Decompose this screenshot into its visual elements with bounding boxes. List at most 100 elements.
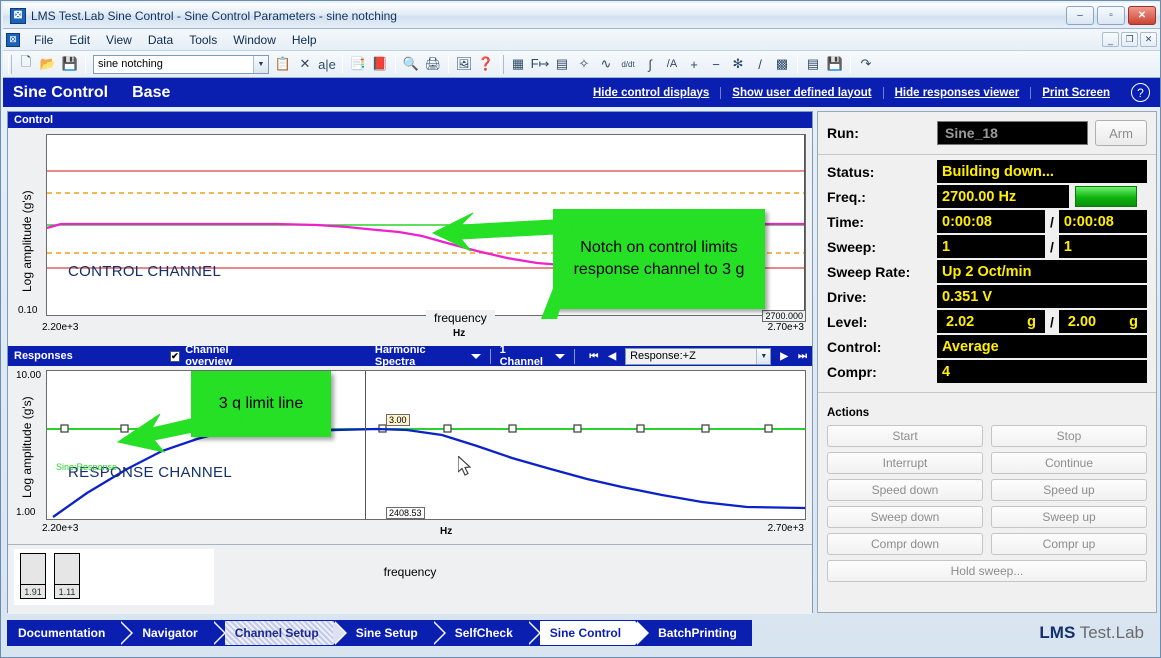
compr-up-button[interactable]: Compr up (991, 533, 1147, 555)
stop-button[interactable]: Stop (991, 425, 1147, 447)
delete-x-icon[interactable]: ✕ (294, 54, 316, 75)
autopower-icon[interactable]: /A (661, 54, 683, 75)
nav-tab-navigator-label: Navigator (142, 626, 197, 640)
menu-window[interactable]: Window (225, 31, 284, 49)
minimize-button[interactable]: – (1066, 6, 1094, 25)
actions-title: Actions (818, 397, 1156, 425)
nav-tab-documentation[interactable]: Documentation (8, 621, 119, 645)
menu-edit[interactable]: Edit (61, 31, 98, 49)
srs-icon[interactable]: ▩ (771, 54, 793, 75)
nav-tab-batchprinting[interactable]: BatchPrinting (648, 621, 751, 645)
run-value-field[interactable]: Sine_18 (937, 121, 1088, 145)
section-combo[interactable]: sine notching ▼ (93, 55, 269, 74)
nav-tab-channel-setup-label: Channel Setup (235, 626, 319, 640)
print-screen-link[interactable]: Print Screen (1031, 87, 1121, 99)
hide-control-displays-link[interactable]: Hide control displays (582, 87, 721, 99)
control-cursor-line (804, 135, 805, 315)
control-x-min-label: 2.20e+3 (42, 322, 78, 333)
hide-responses-viewer-link[interactable]: Hide responses viewer (884, 87, 1032, 99)
toolbar-grip-2[interactable] (500, 55, 504, 74)
transfer-icon[interactable]: F↦ (529, 54, 551, 75)
close-button[interactable]: ✕ (1128, 6, 1156, 25)
show-user-defined-layout-link[interactable]: Show user defined layout (721, 87, 883, 99)
first-channel-button[interactable]: ⏮ (584, 351, 603, 362)
octave-icon[interactable]: ▤ (551, 54, 573, 75)
integral-icon[interactable]: ∫ (639, 54, 661, 75)
list-icon[interactable]: ▤ (802, 54, 824, 75)
overview-x-axis-name: frequency (8, 565, 812, 579)
next-channel-button[interactable]: ▶ (771, 351, 793, 362)
new-document-icon[interactable]: 🗋 (15, 54, 37, 75)
chevron-down-icon[interactable]: ▼ (253, 56, 268, 73)
copy-icon[interactable]: 📑 (347, 54, 369, 75)
maximize-button[interactable]: ▫ (1097, 6, 1125, 25)
speed-up-button[interactable]: Speed up (991, 479, 1147, 501)
channel-overview-checkbox[interactable]: ✔ (170, 351, 181, 362)
mdi-close-button[interactable]: ✕ (1140, 32, 1157, 47)
nav-tab-navigator[interactable]: Navigator (132, 621, 211, 645)
section-combo-value: sine notching (98, 58, 163, 70)
mdi-document-icon: ⊠ (6, 33, 20, 47)
toolbar-separator (85, 55, 86, 73)
export-icon[interactable]: 🖼 (453, 54, 475, 75)
derivative-icon[interactable]: d/dt (617, 54, 639, 75)
waveform-icon[interactable]: ∿ (595, 54, 617, 75)
paste-icon[interactable]: 📕 (369, 54, 391, 75)
brand-bold: LMS (1039, 623, 1075, 642)
nav-tab-sine-setup[interactable]: Sine Setup (346, 621, 432, 645)
sweep-rate-value: Up 2 Oct/min (937, 260, 1147, 283)
nav-tab-selfcheck[interactable]: SelfCheck (445, 621, 527, 645)
menu-tools[interactable]: Tools (181, 31, 225, 49)
multiply-icon[interactable]: ✻ (727, 54, 749, 75)
print-icon[interactable]: 🖨 (422, 54, 444, 75)
speed-down-button[interactable]: Speed down (827, 479, 983, 501)
fft-icon[interactable]: ▦ (507, 54, 529, 75)
control-x-max-label: 2.70e+3 (768, 322, 804, 333)
compr-down-button[interactable]: Compr down (827, 533, 983, 555)
menu-data[interactable]: Data (140, 31, 181, 49)
last-channel-button[interactable]: ⏭ (793, 351, 812, 362)
sweep-down-button[interactable]: Sweep down (827, 506, 983, 528)
control-cursor-x-value: 2700.000 (762, 310, 806, 322)
toolbar-separator-2 (574, 349, 575, 364)
save-disk-icon[interactable]: 💾 (59, 54, 81, 75)
toolbar-grip[interactable] (8, 55, 12, 74)
help-icon[interactable]: ❓ (475, 54, 497, 75)
status-panel: Run: Sine_18 Arm Status: Building down..… (817, 111, 1157, 613)
menu-help[interactable]: Help (284, 31, 325, 49)
continue-button[interactable]: Continue (991, 452, 1147, 474)
menu-file[interactable]: File (26, 31, 61, 49)
time-separator: / (1045, 214, 1059, 230)
spectra-mode-dropdown[interactable]: Harmonic Spectra (375, 344, 481, 368)
start-button[interactable]: Start (827, 425, 983, 447)
help-icon[interactable]: ? (1131, 83, 1150, 102)
scatter-icon[interactable]: ✧ (573, 54, 595, 75)
rename-icon[interactable]: a|e (316, 54, 338, 75)
plus-icon[interactable]: + (683, 54, 705, 75)
interrupt-button[interactable]: Interrupt (827, 452, 983, 474)
status-row-status: Status: Building down... (818, 159, 1156, 184)
hold-sweep-button[interactable]: Hold sweep... (827, 560, 1147, 582)
navigate-icon[interactable]: ↷ (855, 54, 877, 75)
print-preview-icon[interactable]: 🔍 (400, 54, 422, 75)
channel-overview-label[interactable]: Channel overview (185, 344, 275, 368)
sweep-up-button[interactable]: Sweep up (991, 506, 1147, 528)
save-data-icon[interactable]: 💾 (824, 54, 846, 75)
prev-channel-button[interactable]: ◀ (603, 351, 621, 362)
channel-count-dropdown[interactable]: 1 Channel (500, 344, 566, 368)
mouse-pointer-icon (458, 456, 474, 478)
nav-tab-sine-control[interactable]: Sine Control (540, 621, 635, 645)
menu-view[interactable]: View (98, 31, 140, 49)
mdi-restore-button[interactable]: ❐ (1121, 32, 1138, 47)
nav-tab-channel-setup[interactable]: Channel Setup (225, 621, 333, 645)
mdi-minimize-button[interactable]: _ (1102, 32, 1119, 47)
new-section-icon[interactable]: 📋 (272, 54, 294, 75)
chevron-down-icon[interactable]: ▼ (756, 349, 770, 364)
arm-button[interactable]: Arm (1095, 120, 1147, 146)
minus-icon[interactable]: − (705, 54, 727, 75)
divide-icon[interactable]: / (749, 54, 771, 75)
compr-value: 4 (937, 360, 1147, 383)
response-select[interactable]: Response:+Z ▼ (625, 348, 771, 365)
open-folder-icon[interactable]: 📂 (37, 54, 59, 75)
status-label: Status: (827, 164, 937, 180)
